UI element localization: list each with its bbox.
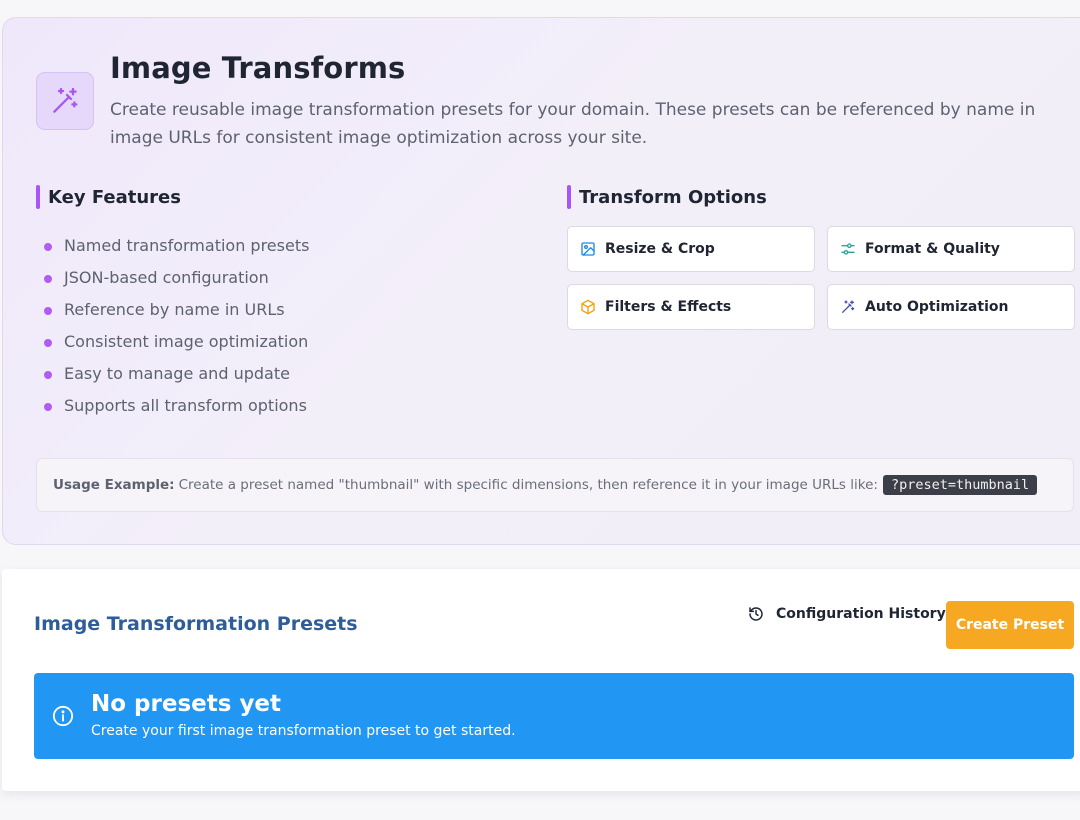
info-icon	[52, 705, 74, 727]
empty-state-notice: No presets yet Create your first image t…	[34, 673, 1074, 759]
image-transforms-hero: Image Transforms Create reusable image t…	[2, 17, 1080, 545]
page-description: Create reusable image transformation pre…	[110, 100, 1036, 148]
option-auto-optimization: Auto Optimization	[827, 284, 1075, 330]
key-features-heading: Key Features	[36, 185, 181, 209]
image-icon	[581, 242, 595, 256]
option-label: Filters & Effects	[605, 299, 732, 315]
magic-wand-icon	[36, 72, 94, 130]
list-item: Supports all transform options	[44, 394, 309, 426]
presets-panel: Image Transformation Presets Configurati…	[2, 569, 1080, 791]
history-label: Configuration History	[776, 606, 946, 622]
list-item: Named transformation presets	[44, 234, 309, 266]
empty-state-text: Create your first image transformation p…	[91, 723, 516, 739]
cube-icon	[581, 299, 595, 315]
key-features-list: Named transformation presets JSON-based …	[44, 234, 309, 426]
list-item: Consistent image optimization	[44, 330, 309, 362]
history-icon	[749, 607, 763, 621]
sliders-icon	[841, 243, 855, 255]
option-label: Resize & Crop	[605, 241, 715, 257]
usage-code: ?preset=thumbnail	[882, 475, 1038, 495]
option-filters-effects: Filters & Effects	[567, 284, 815, 330]
option-label: Format & Quality	[865, 241, 1000, 257]
option-resize-crop: Resize & Crop	[567, 226, 815, 272]
transform-options-heading: Transform Options	[567, 185, 767, 209]
option-format-quality: Format & Quality	[827, 226, 1075, 272]
magic-wand-icon	[842, 300, 855, 313]
usage-label: Usage Example:	[53, 477, 175, 493]
configuration-history-button[interactable]: Configuration History	[748, 606, 946, 622]
empty-state-title: No presets yet	[91, 691, 282, 717]
list-item: Easy to manage and update	[44, 362, 309, 394]
usage-text: Create a preset named "thumbnail" with s…	[178, 477, 878, 493]
presets-title: Image Transformation Presets	[34, 613, 358, 635]
list-item: JSON-based configuration	[44, 266, 309, 298]
create-preset-button[interactable]: Create Preset	[946, 601, 1074, 649]
option-label: Auto Optimization	[865, 299, 1009, 315]
list-item: Reference by name in URLs	[44, 298, 309, 330]
usage-example: Usage Example: Create a preset named "th…	[36, 458, 1074, 512]
page-title: Image Transforms	[110, 51, 406, 85]
